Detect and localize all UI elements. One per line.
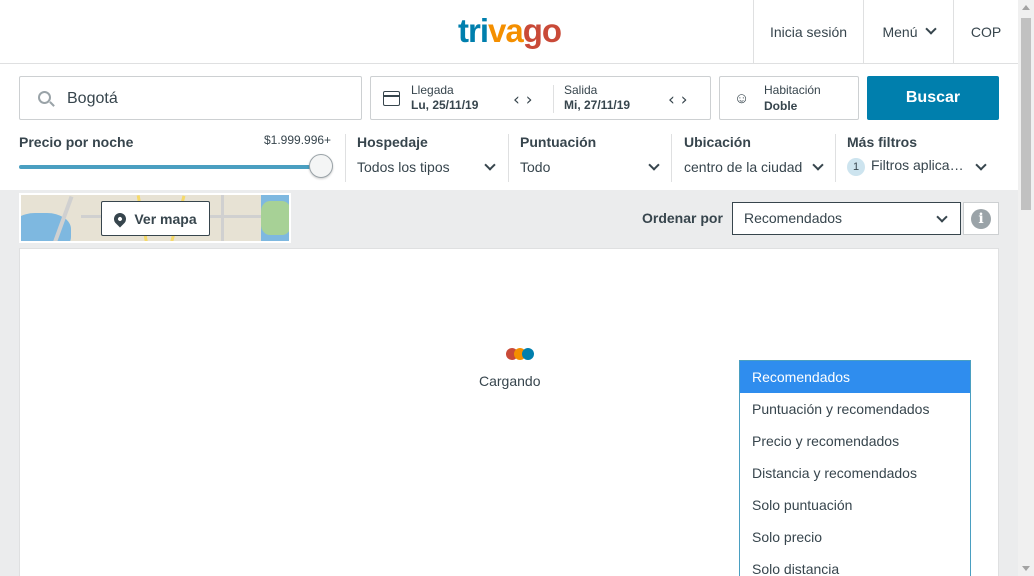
destination-input[interactable]: Bogotá (19, 76, 362, 120)
sort-option[interactable]: Precio y recomendados (740, 425, 970, 457)
checkin-prev-next-arrows-icon[interactable]: ‹› (513, 90, 539, 110)
search-button-label: Buscar (905, 89, 961, 106)
rating-filter-title: Puntuación (520, 134, 597, 150)
more-filters-value-row: 1 Filtros aplica… (847, 157, 964, 176)
scroll-up-arrow-icon[interactable] (1022, 5, 1030, 10)
checkin-field[interactable]: Llegada Lu, 25/11/19 (411, 83, 478, 112)
logo-part-1: tri (458, 12, 489, 49)
chevron-down-icon (975, 159, 987, 171)
rating-filter[interactable]: Puntuación Todo (520, 134, 596, 175)
date-picker[interactable]: Llegada Lu, 25/11/19 ‹› Salida Mi, 27/11… (370, 76, 711, 120)
menu-button[interactable]: Menú (863, 0, 953, 63)
date-divider (553, 85, 554, 113)
filter-divider (508, 134, 509, 182)
more-filters[interactable]: Más filtros 1 Filtros aplica… (847, 134, 964, 176)
view-map-button[interactable]: Ver mapa (101, 201, 210, 236)
top-header: trivago Inicia sesión Menú COP (0, 0, 1018, 64)
chevron-down-icon (812, 159, 824, 171)
sort-option[interactable]: Puntuación y recomendados (740, 393, 970, 425)
room-label: Habitación (764, 83, 821, 97)
chevron-down-icon (648, 159, 660, 171)
room-value: Doble (764, 99, 798, 113)
logo-part-3: go (522, 12, 562, 49)
price-slider-handle[interactable] (309, 154, 333, 178)
scroll-down-arrow-icon[interactable] (1022, 566, 1030, 571)
sort-option[interactable]: Recomendados (740, 361, 970, 393)
loading-text: Cargando (479, 373, 541, 389)
sort-info-button[interactable]: i (963, 202, 999, 235)
info-icon: i (971, 208, 991, 229)
map-pin-icon (111, 210, 129, 227)
search-panel: Bogotá Llegada Lu, 25/11/19 ‹› Salida Mi… (0, 64, 1018, 190)
login-link[interactable]: Inicia sesión (753, 0, 863, 63)
more-filters-value: Filtros aplica… (871, 157, 964, 173)
checkin-value: Lu, 25/11/19 (411, 98, 479, 112)
checkout-value: Mi, 27/11/19 (564, 98, 631, 112)
loading-spinner-icon (506, 348, 538, 362)
people-icon: ☺ (734, 90, 750, 107)
search-icon (38, 91, 51, 104)
sort-option[interactable]: Distancia y recomendados (740, 457, 970, 489)
rating-filter-value: Todo (520, 159, 551, 175)
location-filter-value: centro de la ciudad (684, 159, 803, 175)
login-label: Inicia sesión (769, 23, 848, 40)
sort-option[interactable]: Solo puntuación (740, 489, 970, 521)
price-filter-value: $1.999.996+ (264, 133, 332, 147)
location-filter-title: Ubicación (684, 134, 751, 150)
filter-divider (671, 134, 672, 182)
lodging-filter-value: Todos los tipos (357, 159, 450, 175)
price-filter-label: Precio por noche (19, 134, 134, 150)
sort-dropdown-list[interactable]: Recomendados Puntuación y recomendados P… (739, 360, 971, 576)
logo-part-2: va (488, 12, 524, 49)
more-filters-title: Más filtros (847, 134, 918, 150)
sort-label: Ordenar por (642, 210, 723, 226)
map-preview[interactable]: Ver mapa (19, 193, 291, 243)
chevron-down-icon (936, 211, 948, 223)
currency-selector[interactable]: COP (953, 0, 1018, 63)
sort-select[interactable]: Recomendados (732, 202, 961, 235)
map-road (221, 195, 224, 241)
map-park (261, 201, 289, 235)
checkout-field[interactable]: Salida Mi, 27/11/19 (564, 83, 630, 112)
filter-divider (345, 134, 346, 182)
sort-selected-value: Recomendados (744, 210, 843, 226)
lodging-filter[interactable]: Hospedaje Todos los tipos (357, 134, 450, 175)
room-selector[interactable]: ☺ Habitación Doble (719, 76, 859, 120)
filter-count-badge: 1 (847, 158, 865, 176)
scrollbar-thumb[interactable] (1021, 18, 1031, 210)
checkin-label: Llegada (411, 83, 454, 97)
currency-label: COP (970, 23, 1002, 40)
checkout-prev-next-arrows-icon[interactable]: ‹› (668, 90, 694, 110)
sort-option[interactable]: Solo precio (740, 521, 970, 553)
lodging-filter-title: Hospedaje (357, 134, 428, 150)
location-filter[interactable]: Ubicación centro de la ciudad (684, 134, 802, 175)
page-scrollbar[interactable] (1018, 0, 1034, 576)
destination-value: Bogotá (67, 90, 118, 107)
price-slider-track[interactable] (19, 165, 319, 169)
filter-divider (835, 134, 836, 182)
search-button[interactable]: Buscar (867, 76, 999, 120)
chevron-down-icon (924, 23, 937, 35)
sort-option[interactable]: Solo distancia (740, 553, 970, 576)
chevron-down-icon (484, 159, 496, 171)
trivago-logo[interactable]: trivago (458, 12, 562, 50)
checkout-label: Salida (564, 83, 598, 97)
calendar-icon (383, 91, 400, 106)
view-map-label: Ver mapa (134, 210, 197, 227)
menu-label: Menú (882, 23, 918, 40)
loader-dot-blue (522, 348, 534, 360)
